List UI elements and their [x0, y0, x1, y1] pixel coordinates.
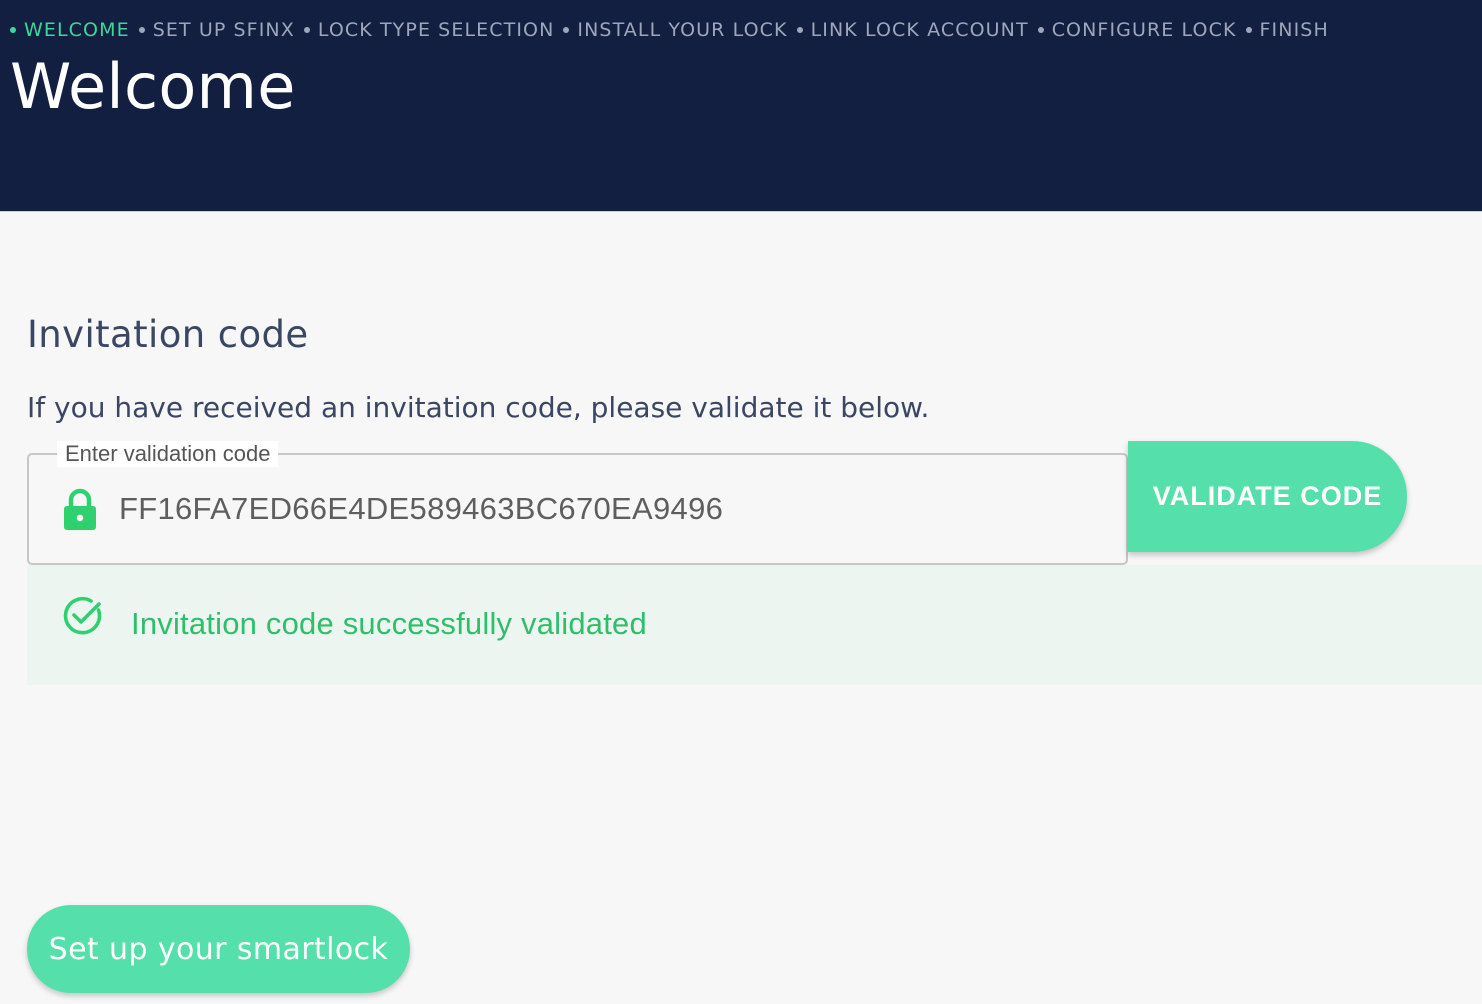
success-text: Invitation code successfully validated	[131, 606, 647, 641]
validation-code-input[interactable]: FF16FA7ED66E4DE589463BC670EA9496	[119, 491, 723, 527]
check-circle-icon	[63, 596, 102, 635]
bullet-icon	[1037, 27, 1044, 33]
invitation-code-description: If you have received an invitation code,…	[27, 391, 930, 424]
bullet-icon	[138, 27, 145, 33]
step-label: SET UP SFINX	[152, 19, 295, 41]
step-label: FINISH	[1259, 19, 1329, 41]
step-label: LOCK TYPE SELECTION	[317, 19, 555, 41]
success-message: Invitation code successfully validated	[27, 565, 1482, 685]
page-title: Welcome	[10, 50, 296, 123]
bullet-icon	[563, 27, 570, 33]
step-link-lock-account: LINK LOCK ACCOUNT	[788, 19, 1029, 41]
bullet-icon	[796, 27, 803, 33]
bullet-icon	[10, 27, 16, 33]
step-label: INSTALL YOUR LOCK	[577, 19, 788, 41]
step-lock-type-selection: LOCK TYPE SELECTION	[295, 19, 555, 41]
step-set-up-sfinx: SET UP SFINX	[130, 19, 295, 41]
step-finish: FINISH	[1237, 19, 1329, 41]
step-welcome: WELCOME	[10, 19, 130, 41]
step-label: CONFIGURE LOCK	[1051, 19, 1237, 41]
progress-steps: WELCOME SET UP SFINX LOCK TYPE SELECTION…	[10, 19, 1329, 41]
bullet-icon	[303, 27, 310, 33]
validate-code-button[interactable]: VALIDATE CODE	[1128, 441, 1407, 552]
lock-icon	[64, 488, 96, 530]
step-configure-lock: CONFIGURE LOCK	[1029, 19, 1237, 41]
step-label: WELCOME	[24, 19, 130, 41]
bullet-icon	[1245, 27, 1252, 33]
header-bar: WELCOME SET UP SFINX LOCK TYPE SELECTION…	[0, 0, 1482, 212]
set-up-smartlock-button[interactable]: Set up your smartlock	[27, 905, 410, 993]
step-label: LINK LOCK ACCOUNT	[810, 19, 1029, 41]
validation-code-field[interactable]: Enter validation code FF16FA7ED66E4DE589…	[27, 441, 1128, 565]
step-install-your-lock: INSTALL YOUR LOCK	[554, 19, 787, 41]
validation-code-label: Enter validation code	[57, 441, 279, 467]
invitation-code-heading: Invitation code	[27, 313, 309, 356]
